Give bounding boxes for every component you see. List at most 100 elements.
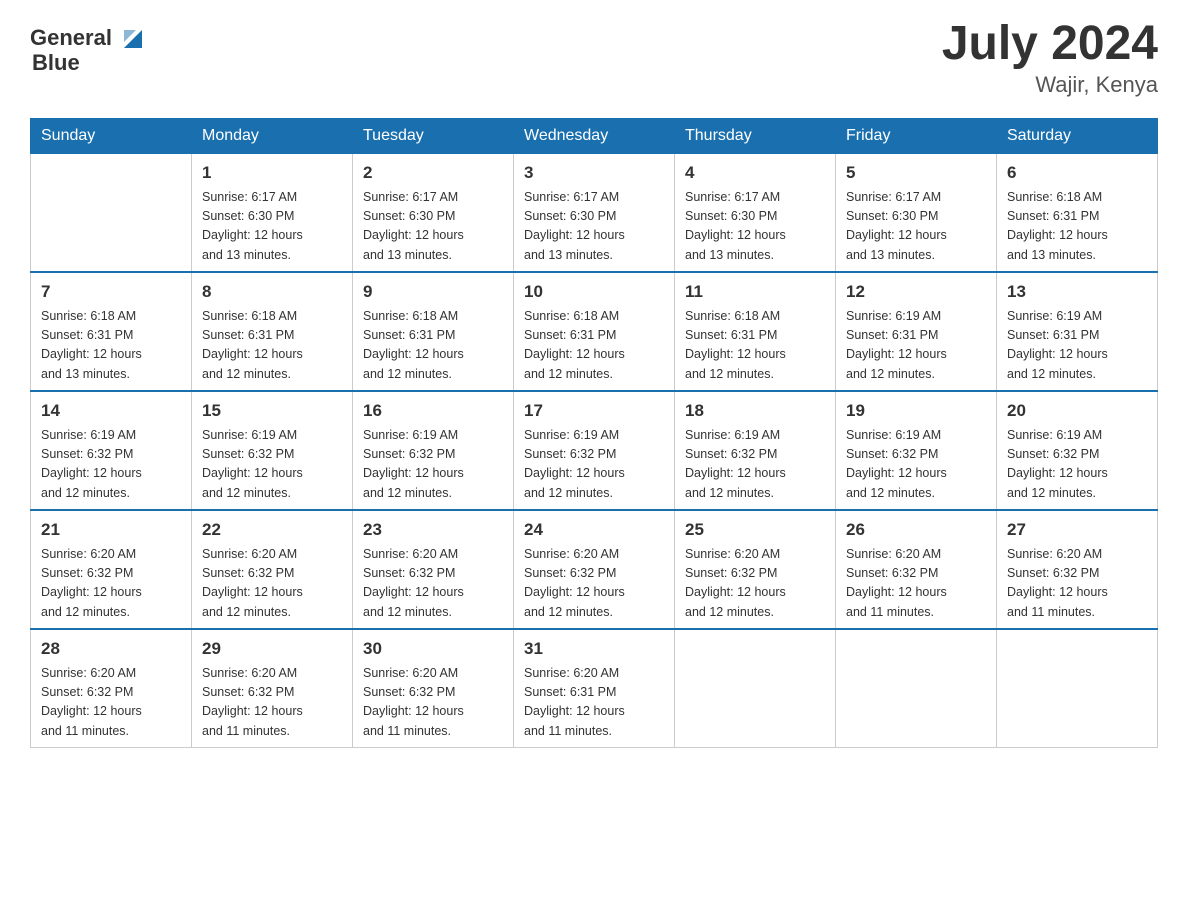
month-year-title: July 2024 xyxy=(942,20,1158,68)
day-info: Sunrise: 6:17 AMSunset: 6:30 PMDaylight:… xyxy=(524,188,664,266)
column-header-sunday: Sunday xyxy=(31,119,192,154)
day-number: 28 xyxy=(41,636,181,662)
calendar-cell: 11Sunrise: 6:18 AMSunset: 6:31 PMDayligh… xyxy=(675,272,836,391)
day-number: 27 xyxy=(1007,517,1147,543)
calendar-cell: 25Sunrise: 6:20 AMSunset: 6:32 PMDayligh… xyxy=(675,510,836,629)
calendar-cell: 5Sunrise: 6:17 AMSunset: 6:30 PMDaylight… xyxy=(836,154,997,273)
day-number: 12 xyxy=(846,279,986,305)
calendar-week-row: 21Sunrise: 6:20 AMSunset: 6:32 PMDayligh… xyxy=(31,510,1158,629)
calendar-week-row: 14Sunrise: 6:19 AMSunset: 6:32 PMDayligh… xyxy=(31,391,1158,510)
day-info: Sunrise: 6:17 AMSunset: 6:30 PMDaylight:… xyxy=(846,188,986,266)
calendar-cell xyxy=(997,629,1158,748)
day-info: Sunrise: 6:19 AMSunset: 6:32 PMDaylight:… xyxy=(1007,426,1147,504)
calendar-cell: 4Sunrise: 6:17 AMSunset: 6:30 PMDaylight… xyxy=(675,154,836,273)
page-header: General Blue July 2024 Wajir, Kenya xyxy=(30,20,1158,98)
day-number: 22 xyxy=(202,517,342,543)
day-number: 30 xyxy=(363,636,503,662)
day-number: 26 xyxy=(846,517,986,543)
calendar-cell: 17Sunrise: 6:19 AMSunset: 6:32 PMDayligh… xyxy=(514,391,675,510)
calendar-cell: 1Sunrise: 6:17 AMSunset: 6:30 PMDaylight… xyxy=(192,154,353,273)
day-number: 1 xyxy=(202,160,342,186)
day-number: 20 xyxy=(1007,398,1147,424)
day-info: Sunrise: 6:19 AMSunset: 6:32 PMDaylight:… xyxy=(846,426,986,504)
day-info: Sunrise: 6:20 AMSunset: 6:32 PMDaylight:… xyxy=(524,545,664,623)
day-info: Sunrise: 6:18 AMSunset: 6:31 PMDaylight:… xyxy=(524,307,664,385)
day-number: 24 xyxy=(524,517,664,543)
day-number: 13 xyxy=(1007,279,1147,305)
column-header-thursday: Thursday xyxy=(675,119,836,154)
day-number: 6 xyxy=(1007,160,1147,186)
column-header-tuesday: Tuesday xyxy=(353,119,514,154)
day-number: 15 xyxy=(202,398,342,424)
calendar-cell: 18Sunrise: 6:19 AMSunset: 6:32 PMDayligh… xyxy=(675,391,836,510)
day-info: Sunrise: 6:19 AMSunset: 6:31 PMDaylight:… xyxy=(846,307,986,385)
day-info: Sunrise: 6:20 AMSunset: 6:32 PMDaylight:… xyxy=(363,664,503,742)
calendar-week-row: 7Sunrise: 6:18 AMSunset: 6:31 PMDaylight… xyxy=(31,272,1158,391)
day-info: Sunrise: 6:18 AMSunset: 6:31 PMDaylight:… xyxy=(202,307,342,385)
day-number: 17 xyxy=(524,398,664,424)
calendar-table: SundayMondayTuesdayWednesdayThursdayFrid… xyxy=(30,118,1158,748)
day-info: Sunrise: 6:20 AMSunset: 6:32 PMDaylight:… xyxy=(1007,545,1147,623)
day-number: 19 xyxy=(846,398,986,424)
day-info: Sunrise: 6:20 AMSunset: 6:32 PMDaylight:… xyxy=(202,545,342,623)
calendar-cell: 2Sunrise: 6:17 AMSunset: 6:30 PMDaylight… xyxy=(353,154,514,273)
day-info: Sunrise: 6:20 AMSunset: 6:31 PMDaylight:… xyxy=(524,664,664,742)
calendar-cell: 16Sunrise: 6:19 AMSunset: 6:32 PMDayligh… xyxy=(353,391,514,510)
day-info: Sunrise: 6:18 AMSunset: 6:31 PMDaylight:… xyxy=(685,307,825,385)
day-info: Sunrise: 6:20 AMSunset: 6:32 PMDaylight:… xyxy=(41,664,181,742)
calendar-cell: 7Sunrise: 6:18 AMSunset: 6:31 PMDaylight… xyxy=(31,272,192,391)
day-number: 23 xyxy=(363,517,503,543)
calendar-cell: 24Sunrise: 6:20 AMSunset: 6:32 PMDayligh… xyxy=(514,510,675,629)
calendar-week-row: 1Sunrise: 6:17 AMSunset: 6:30 PMDaylight… xyxy=(31,154,1158,273)
day-number: 11 xyxy=(685,279,825,305)
calendar-cell: 19Sunrise: 6:19 AMSunset: 6:32 PMDayligh… xyxy=(836,391,997,510)
day-info: Sunrise: 6:18 AMSunset: 6:31 PMDaylight:… xyxy=(1007,188,1147,266)
calendar-cell: 20Sunrise: 6:19 AMSunset: 6:32 PMDayligh… xyxy=(997,391,1158,510)
day-info: Sunrise: 6:20 AMSunset: 6:32 PMDaylight:… xyxy=(41,545,181,623)
column-header-wednesday: Wednesday xyxy=(514,119,675,154)
title-block: July 2024 Wajir, Kenya xyxy=(942,20,1158,98)
day-number: 2 xyxy=(363,160,503,186)
calendar-cell xyxy=(31,154,192,273)
calendar-cell: 26Sunrise: 6:20 AMSunset: 6:32 PMDayligh… xyxy=(836,510,997,629)
day-number: 5 xyxy=(846,160,986,186)
location-subtitle: Wajir, Kenya xyxy=(942,72,1158,98)
day-info: Sunrise: 6:19 AMSunset: 6:32 PMDaylight:… xyxy=(41,426,181,504)
calendar-cell: 15Sunrise: 6:19 AMSunset: 6:32 PMDayligh… xyxy=(192,391,353,510)
day-info: Sunrise: 6:19 AMSunset: 6:32 PMDaylight:… xyxy=(363,426,503,504)
calendar-cell xyxy=(836,629,997,748)
calendar-cell: 22Sunrise: 6:20 AMSunset: 6:32 PMDayligh… xyxy=(192,510,353,629)
calendar-cell: 29Sunrise: 6:20 AMSunset: 6:32 PMDayligh… xyxy=(192,629,353,748)
calendar-cell: 3Sunrise: 6:17 AMSunset: 6:30 PMDaylight… xyxy=(514,154,675,273)
day-info: Sunrise: 6:19 AMSunset: 6:32 PMDaylight:… xyxy=(685,426,825,504)
logo-text-blue: Blue xyxy=(32,50,80,76)
day-number: 18 xyxy=(685,398,825,424)
calendar-cell: 12Sunrise: 6:19 AMSunset: 6:31 PMDayligh… xyxy=(836,272,997,391)
day-number: 8 xyxy=(202,279,342,305)
day-info: Sunrise: 6:19 AMSunset: 6:32 PMDaylight:… xyxy=(202,426,342,504)
calendar-cell: 13Sunrise: 6:19 AMSunset: 6:31 PMDayligh… xyxy=(997,272,1158,391)
calendar-cell: 10Sunrise: 6:18 AMSunset: 6:31 PMDayligh… xyxy=(514,272,675,391)
day-number: 3 xyxy=(524,160,664,186)
logo: General Blue xyxy=(30,20,150,76)
day-number: 7 xyxy=(41,279,181,305)
day-number: 10 xyxy=(524,279,664,305)
day-info: Sunrise: 6:20 AMSunset: 6:32 PMDaylight:… xyxy=(202,664,342,742)
calendar-cell: 9Sunrise: 6:18 AMSunset: 6:31 PMDaylight… xyxy=(353,272,514,391)
day-info: Sunrise: 6:17 AMSunset: 6:30 PMDaylight:… xyxy=(685,188,825,266)
day-number: 25 xyxy=(685,517,825,543)
day-number: 16 xyxy=(363,398,503,424)
day-number: 29 xyxy=(202,636,342,662)
day-info: Sunrise: 6:19 AMSunset: 6:31 PMDaylight:… xyxy=(1007,307,1147,385)
logo-text-general: General xyxy=(30,25,112,51)
day-number: 31 xyxy=(524,636,664,662)
logo-triangle-icon xyxy=(114,20,150,56)
column-header-saturday: Saturday xyxy=(997,119,1158,154)
day-number: 9 xyxy=(363,279,503,305)
column-header-monday: Monday xyxy=(192,119,353,154)
calendar-cell: 27Sunrise: 6:20 AMSunset: 6:32 PMDayligh… xyxy=(997,510,1158,629)
calendar-cell: 14Sunrise: 6:19 AMSunset: 6:32 PMDayligh… xyxy=(31,391,192,510)
calendar-cell: 8Sunrise: 6:18 AMSunset: 6:31 PMDaylight… xyxy=(192,272,353,391)
day-info: Sunrise: 6:17 AMSunset: 6:30 PMDaylight:… xyxy=(202,188,342,266)
day-info: Sunrise: 6:18 AMSunset: 6:31 PMDaylight:… xyxy=(41,307,181,385)
